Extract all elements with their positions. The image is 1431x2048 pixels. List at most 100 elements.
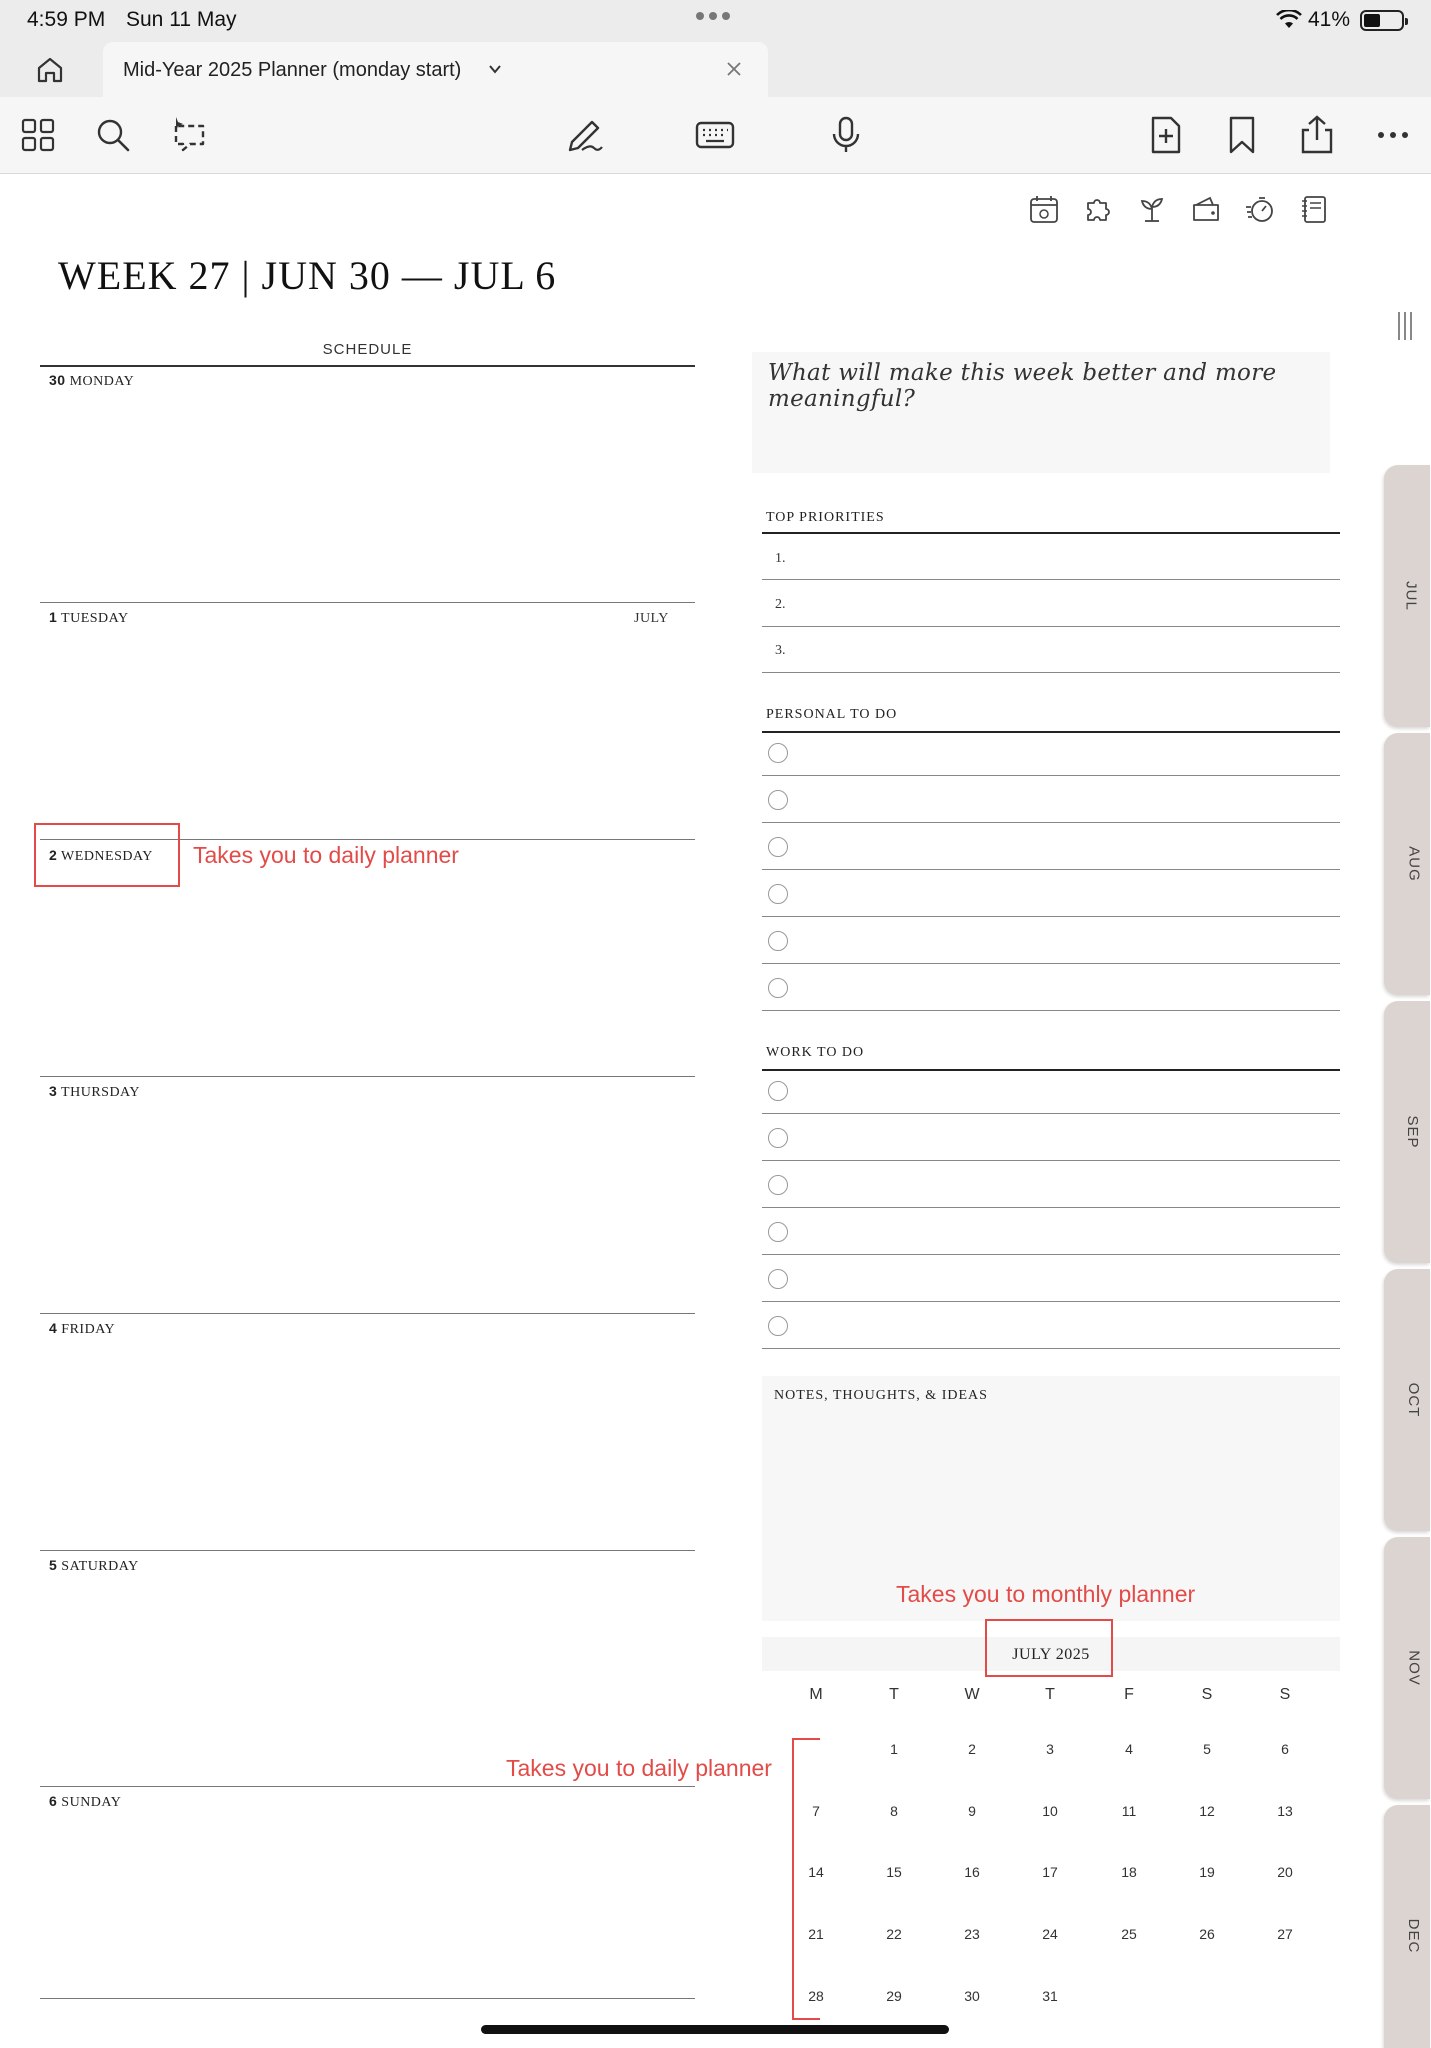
section-divider — [762, 1069, 1340, 1071]
day-link-tuesday[interactable]: 1 TUESDAY — [49, 609, 129, 627]
calendar-day[interactable]: 31 — [1030, 1988, 1070, 2004]
calendar-day[interactable]: 29 — [874, 1988, 914, 2004]
work-todo-checkbox[interactable] — [768, 1128, 788, 1148]
calendar-day[interactable]: 2 — [952, 1741, 992, 1757]
calendar-day[interactable]: 22 — [874, 1926, 914, 1942]
battery-icon — [1360, 10, 1408, 31]
calendar-day[interactable]: 15 — [874, 1864, 914, 1880]
calendar-day[interactable]: 3 — [1030, 1741, 1070, 1757]
personal-todo-checkbox[interactable] — [768, 931, 788, 951]
schedule-divider — [40, 365, 695, 367]
calendar-day[interactable]: 12 — [1187, 1803, 1227, 1819]
share-icon[interactable] — [1296, 114, 1338, 156]
calendar-day[interactable]: 17 — [1030, 1864, 1070, 1880]
schedule-header: SCHEDULE — [322, 341, 413, 358]
calendar-day[interactable]: 4 — [1109, 1741, 1149, 1757]
notebook-icon[interactable] — [1298, 193, 1330, 225]
todo-line — [762, 916, 1340, 917]
calendar-day[interactable]: 1 — [874, 1741, 914, 1757]
microphone-icon[interactable] — [825, 114, 867, 156]
day-link-friday[interactable]: 4 FRIDAY — [49, 1320, 115, 1338]
personal-todo-checkbox[interactable] — [768, 790, 788, 810]
priority-line — [762, 579, 1340, 580]
calendar-day[interactable]: 24 — [1030, 1926, 1070, 1942]
grid-icon[interactable] — [17, 114, 59, 156]
calendar-day[interactable]: 23 — [952, 1926, 992, 1942]
calendar-icon[interactable] — [1028, 193, 1060, 225]
todo-line — [762, 822, 1340, 823]
month-tab-dec[interactable]: DEC — [1384, 1805, 1430, 2048]
calendar-day[interactable]: 26 — [1187, 1926, 1227, 1942]
day-link-thursday[interactable]: 3 THURSDAY — [49, 1083, 140, 1101]
day-divider — [40, 1076, 695, 1077]
calendar-day[interactable]: 18 — [1109, 1864, 1149, 1880]
priority-number: 2. — [775, 597, 786, 612]
personal-todo-checkbox[interactable] — [768, 978, 788, 998]
todo-line — [762, 1301, 1340, 1302]
calendar-day[interactable]: 19 — [1187, 1864, 1227, 1880]
todo-line — [762, 1254, 1340, 1255]
wallet-icon[interactable] — [1190, 193, 1222, 225]
calendar-day[interactable]: 27 — [1265, 1926, 1305, 1942]
calendar-weekday: S — [1279, 1686, 1291, 1703]
annotation-daily-planner: Takes you to daily planner — [193, 842, 459, 868]
calendar-day[interactable]: 25 — [1109, 1926, 1149, 1942]
timer-icon[interactable] — [1244, 193, 1276, 225]
document-tab-title[interactable]: Mid-Year 2025 Planner (monday start) — [123, 59, 461, 82]
personal-todo-checkbox[interactable] — [768, 884, 788, 904]
work-todo-checkbox[interactable] — [768, 1081, 788, 1101]
todo-line — [762, 1207, 1340, 1208]
annotation-calendar-daily-planner: Takes you to daily planner — [506, 1755, 772, 1781]
chevron-down-icon[interactable] — [486, 60, 504, 78]
calendar-day[interactable]: 8 — [874, 1803, 914, 1819]
calendar-day[interactable]: 11 — [1109, 1803, 1149, 1819]
month-tab-sep[interactable]: SEP — [1384, 1001, 1430, 1263]
close-icon[interactable] — [723, 58, 745, 80]
planner-app-screen: 4:59 PM Sun 11 May 41% Mid-Year 2025 Pla… — [0, 0, 1431, 2048]
calendar-day[interactable]: 30 — [952, 1988, 992, 2004]
month-marker: JULY — [634, 611, 669, 626]
personal-todo-checkbox[interactable] — [768, 837, 788, 857]
plant-icon[interactable] — [1136, 193, 1168, 225]
todo-line — [762, 1160, 1340, 1161]
calendar-day[interactable]: 16 — [952, 1864, 992, 1880]
multitasking-dots-icon[interactable] — [696, 12, 730, 20]
home-icon[interactable] — [34, 54, 66, 86]
lasso-icon[interactable] — [168, 114, 210, 156]
more-icon[interactable] — [1372, 114, 1414, 156]
annotation-bracket — [792, 1738, 820, 2020]
calendar-day[interactable]: 13 — [1265, 1803, 1305, 1819]
day-link-saturday[interactable]: 5 SATURDAY — [49, 1557, 139, 1575]
calendar-day[interactable]: 10 — [1030, 1803, 1070, 1819]
day-link-monday[interactable]: 30 MONDAY — [49, 372, 134, 390]
pen-icon[interactable] — [564, 114, 606, 156]
annotation-monthly-planner: Takes you to monthly planner — [896, 1581, 1196, 1607]
search-icon[interactable] — [92, 114, 134, 156]
keyboard-icon[interactable] — [694, 114, 736, 156]
section-divider — [762, 731, 1340, 733]
month-tab-oct[interactable]: OCT — [1384, 1269, 1430, 1531]
week-date-range: JUN 30 — JUL 6 — [261, 253, 557, 298]
calendar-day[interactable]: 9 — [952, 1803, 992, 1819]
work-todo-checkbox[interactable] — [768, 1175, 788, 1195]
day-divider — [40, 1998, 695, 1999]
puzzle-icon[interactable] — [1082, 193, 1114, 225]
menu-tab-icon[interactable] — [1395, 310, 1415, 342]
home-indicator[interactable] — [481, 2025, 949, 2034]
day-link-sunday[interactable]: 6 SUNDAY — [49, 1793, 121, 1811]
section-divider — [762, 532, 1340, 534]
calendar-weekday: M — [809, 1686, 823, 1703]
month-tab-nov[interactable]: NOV — [1384, 1537, 1430, 1799]
work-todo-checkbox[interactable] — [768, 1269, 788, 1289]
bookmark-icon[interactable] — [1221, 114, 1263, 156]
work-todo-checkbox[interactable] — [768, 1316, 788, 1336]
document-tab[interactable]: Mid-Year 2025 Planner (monday start) — [103, 42, 768, 97]
work-todo-checkbox[interactable] — [768, 1222, 788, 1242]
month-tab-aug[interactable]: AUG — [1384, 733, 1430, 995]
calendar-day[interactable]: 6 — [1265, 1741, 1305, 1757]
calendar-day[interactable]: 5 — [1187, 1741, 1227, 1757]
calendar-day[interactable]: 20 — [1265, 1864, 1305, 1880]
add-page-icon[interactable] — [1145, 114, 1187, 156]
personal-todo-checkbox[interactable] — [768, 743, 788, 763]
month-tab-jul[interactable]: JUL — [1384, 465, 1430, 727]
